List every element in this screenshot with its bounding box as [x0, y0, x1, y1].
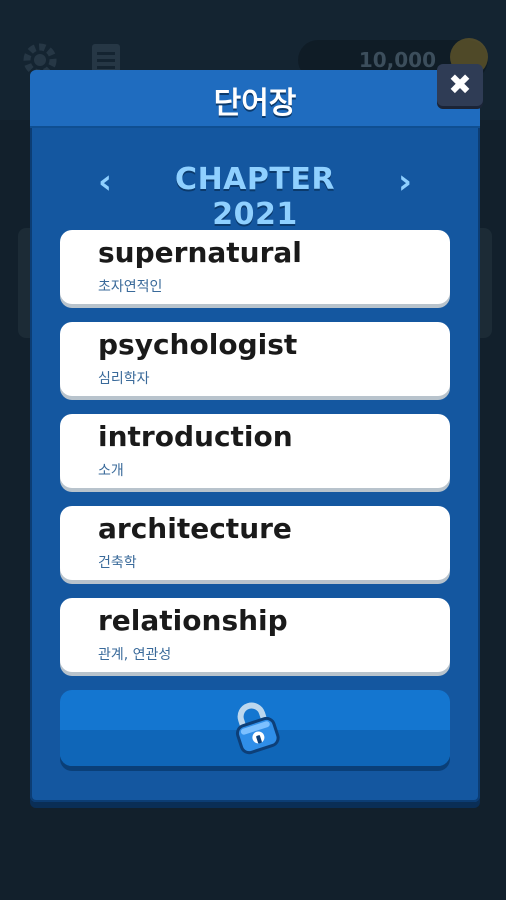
word-text: architecture: [98, 512, 292, 545]
modal-title: 단어장: [213, 86, 297, 121]
word-text: relationship: [98, 604, 288, 637]
word-card[interactable]: psychologist 심리학자: [60, 322, 450, 396]
close-icon: ✖: [448, 68, 472, 101]
word-meaning: 초자연적인: [98, 279, 163, 295]
word-text: supernatural: [98, 236, 302, 269]
word-meaning: 심리학자: [98, 371, 150, 387]
padlock-icon: [235, 702, 280, 755]
chapter-selector: ‹ CHAPTER 2021 ›: [30, 160, 480, 232]
modal-header: 단어장: [30, 70, 480, 128]
word-meaning: 소개: [98, 463, 124, 479]
word-card[interactable]: relationship 관계, 연관성: [60, 598, 450, 672]
word-meaning: 관계, 연관성: [98, 647, 172, 663]
chapter-label: CHAPTER 2021: [175, 162, 335, 232]
word-meaning: 건축학: [98, 555, 137, 571]
close-button[interactable]: ✖: [437, 64, 483, 106]
chevron-right-icon[interactable]: ›: [390, 162, 420, 202]
coin-amount: 10,000: [358, 48, 436, 72]
unlock-button[interactable]: [60, 690, 450, 766]
word-card[interactable]: architecture 건축학: [60, 506, 450, 580]
word-card[interactable]: introduction 소개: [60, 414, 450, 488]
word-text: psychologist: [98, 328, 298, 361]
chevron-left-icon[interactable]: ‹: [90, 162, 120, 202]
word-card[interactable]: supernatural 초자연적인: [60, 230, 450, 304]
word-text: introduction: [98, 420, 293, 453]
